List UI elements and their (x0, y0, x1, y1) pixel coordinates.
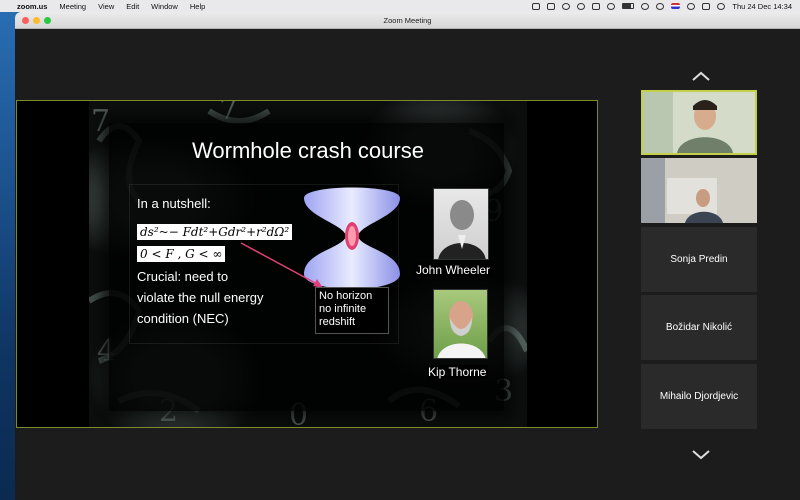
input-source-flag-icon[interactable] (671, 3, 681, 9)
time-machine-icon[interactable] (562, 2, 571, 10)
participant-name: Božidar Nikolić (665, 322, 733, 333)
condition-equation: 0 < F , G < ∞ (137, 246, 226, 262)
participant-name: Sonja Predin (670, 254, 728, 265)
slide-title: Wormhole crash course (192, 138, 424, 163)
john-wheeler-photo (433, 188, 489, 260)
participant-tile[interactable]: Sonja Predin (641, 227, 757, 292)
bluetooth-icon[interactable] (607, 2, 616, 10)
caption-line: redshift (319, 316, 356, 328)
kip-thorne-photo (433, 289, 488, 359)
john-wheeler-label: John Wheeler (414, 263, 493, 277)
presentation-slide: 7 7 9 4 3 0 6 2 Wormhole crash course In… (89, 101, 527, 427)
close-window-button[interactable] (22, 17, 29, 24)
scroll-up-chevron-icon[interactable] (691, 70, 711, 82)
volume-icon[interactable] (592, 2, 601, 10)
menu-app-name[interactable]: zoom.us (17, 2, 47, 11)
participant-tile[interactable]: Božidar Nikolić (641, 295, 757, 360)
fullscreen-window-button[interactable] (44, 17, 51, 24)
timer-icon[interactable] (577, 2, 586, 10)
svg-text:7: 7 (91, 104, 110, 139)
menu-bar: zoom.us Meeting View Edit Window Help Th… (0, 0, 800, 12)
menu-item-meeting[interactable]: Meeting (59, 2, 86, 11)
menu-item-window[interactable]: Window (151, 2, 178, 11)
participant-video[interactable] (641, 158, 757, 223)
menu-item-help[interactable]: Help (190, 2, 205, 11)
participant-tile[interactable]: Mihailo Djordjevic (641, 364, 757, 429)
participant-name: Mihailo Djordjevic (659, 391, 739, 402)
wifi-icon[interactable] (641, 2, 650, 10)
control-center-icon[interactable] (702, 2, 711, 10)
menu-item-view[interactable]: View (98, 2, 114, 11)
zoom-window: Zoom Meeting 7 7 9 4 (15, 12, 800, 500)
zoom-status-icon[interactable] (532, 2, 541, 10)
person-portrait-icon (438, 200, 486, 259)
scroll-down-chevron-icon[interactable] (691, 449, 711, 461)
user-icon[interactable] (656, 2, 665, 10)
metric-equation: ds²~− Fdt²+Gdr²+r²dΩ² (137, 224, 293, 240)
minimize-window-button[interactable] (33, 17, 40, 24)
clock[interactable]: Thu 24 Dec 14:34 (732, 2, 792, 11)
crucial-line: condition (NEC) (137, 311, 229, 326)
window-title: Zoom Meeting (383, 15, 432, 25)
battery-icon[interactable] (622, 3, 635, 9)
wormhole-caption: No horizon no infinite redshift (315, 287, 389, 334)
participant-video-active-speaker[interactable] (641, 90, 757, 155)
dropbox-icon[interactable] (547, 2, 556, 10)
caption-line: No horizon (319, 290, 373, 302)
caption-line: no infinite (319, 303, 367, 315)
person-portrait-icon (437, 301, 486, 358)
title-bar[interactable]: Zoom Meeting (15, 12, 800, 29)
window-controls (22, 17, 51, 24)
slide-intro-text: In a nutshell: (137, 196, 211, 211)
shared-screen[interactable]: 7 7 9 4 3 0 6 2 Wormhole crash course In… (16, 100, 598, 428)
spotlight-search-icon[interactable] (687, 2, 696, 10)
participant-video-feed (641, 158, 757, 223)
siri-icon[interactable] (717, 2, 726, 10)
participant-video-feed (643, 92, 755, 153)
menu-item-edit[interactable]: Edit (126, 2, 139, 11)
kip-thorne-label: Kip Thorne (426, 365, 489, 379)
status-area: Thu 24 Dec 14:34 (532, 2, 792, 11)
